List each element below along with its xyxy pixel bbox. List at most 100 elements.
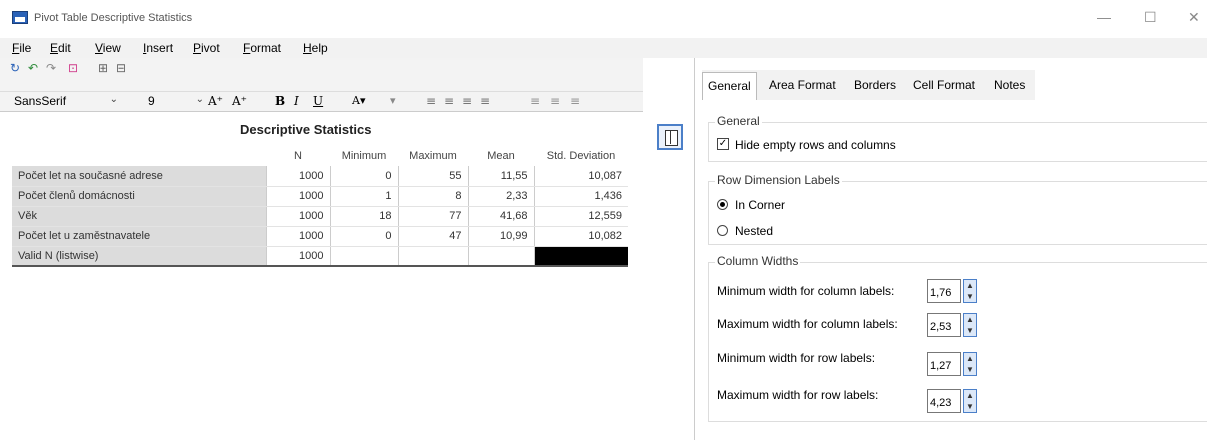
min-col-width-label: Minimum width for column labels: xyxy=(717,284,895,298)
font-family-select[interactable]: SansSerif ⌄ xyxy=(6,94,124,110)
undo-icon[interactable]: ↶ xyxy=(26,62,40,75)
group-label: Column Widths xyxy=(715,254,801,268)
in-corner-label[interactable]: In Corner xyxy=(735,198,785,212)
tab-general[interactable]: General xyxy=(702,72,757,100)
maximize-button[interactable]: ☐ xyxy=(1144,9,1157,26)
descriptive-stats-table[interactable]: N Minimum Maximum Mean Std. Deviation Po… xyxy=(12,146,628,267)
table-cell[interactable]: 2,33 xyxy=(467,186,534,207)
tab-notes[interactable]: Notes xyxy=(994,78,1025,92)
group-label: Row Dimension Labels xyxy=(715,173,842,187)
valign-bottom-icon[interactable]: ≡ xyxy=(570,94,580,108)
min-col-width-input[interactable]: 1,76 xyxy=(927,279,961,303)
table-cell[interactable]: 1000 xyxy=(265,186,330,207)
chevron-down-icon: ⌄ xyxy=(195,94,204,105)
table-cell[interactable]: 47 xyxy=(397,226,468,247)
minimize-button[interactable]: — xyxy=(1097,9,1111,25)
table-row[interactable]: Věk 1000 18 77 41,68 12,559 xyxy=(12,206,628,227)
column-widths-group: Column Widths Minimum width for column l… xyxy=(708,254,1207,422)
nested-label[interactable]: Nested xyxy=(735,224,773,238)
close-button[interactable]: ✕ xyxy=(1188,9,1200,26)
menu-view[interactable]: View xyxy=(95,41,121,55)
table-cell[interactable]: 11,55 xyxy=(467,166,534,187)
table-cell[interactable]: 12,559 xyxy=(533,206,628,227)
table-cell[interactable]: 10,082 xyxy=(533,226,628,247)
table-cell[interactable]: 0 xyxy=(329,166,398,187)
column-header: Mean xyxy=(468,146,534,166)
valign-top-icon[interactable]: ≡ xyxy=(530,94,540,108)
table-cell[interactable]: 8 xyxy=(397,186,468,207)
app-icon xyxy=(12,11,28,24)
spinner-icon[interactable]: ▲ ▼ xyxy=(963,352,977,376)
in-corner-radio[interactable] xyxy=(717,199,728,210)
table-cell[interactable]: 1000 xyxy=(265,226,330,247)
table-cell[interactable]: 1000 xyxy=(265,246,330,267)
row-label[interactable]: Valid N (listwise) xyxy=(12,246,266,267)
row-label[interactable]: Počet let u zaměstnavatele xyxy=(12,226,266,247)
table-cell[interactable]: 77 xyxy=(397,206,468,227)
table-cell[interactable]: 0 xyxy=(329,226,398,247)
table-cell[interactable]: 1 xyxy=(329,186,398,207)
table-row[interactable]: Počet let u zaměstnavatele 1000 0 47 10,… xyxy=(12,226,628,247)
panel-divider[interactable] xyxy=(694,58,695,440)
text-color-icon[interactable]: A▾ xyxy=(352,94,365,107)
row-label[interactable]: Věk xyxy=(12,206,266,227)
nested-radio[interactable] xyxy=(717,225,728,236)
spinner-icon[interactable]: ▲ ▼ xyxy=(963,389,977,413)
valign-middle-icon[interactable]: ≡ xyxy=(550,94,560,108)
bookmark-icon[interactable]: ⊟ xyxy=(114,62,128,75)
tab-area-format[interactable]: Area Format xyxy=(769,78,836,92)
bold-button[interactable]: B xyxy=(275,94,285,108)
table-cell[interactable]: 1,436 xyxy=(533,186,628,207)
align-center-icon[interactable]: ≡ xyxy=(444,94,454,108)
min-row-width-input[interactable]: 1,27 xyxy=(927,352,961,376)
menu-help[interactable]: Help xyxy=(303,41,328,55)
table-cell[interactable]: 55 xyxy=(397,166,468,187)
font-size-select[interactable]: 9 ⌄ xyxy=(140,94,210,110)
hide-empty-label[interactable]: Hide empty rows and columns xyxy=(735,138,896,152)
fill-color-icon[interactable]: ▾ xyxy=(390,94,396,107)
grow-font-button[interactable]: A⁺ xyxy=(208,94,223,108)
menu-insert[interactable]: Insert xyxy=(143,41,173,55)
table-cell[interactable]: 18 xyxy=(329,206,398,227)
table-cell[interactable] xyxy=(397,246,468,267)
hide-empty-checkbox[interactable]: ✓ xyxy=(717,138,729,150)
table-cell[interactable]: 10,99 xyxy=(467,226,534,247)
toggle-panel-icon[interactable] xyxy=(657,124,683,150)
layers-icon[interactable]: ⊞ xyxy=(96,62,110,75)
max-row-width-input[interactable]: 4,23 xyxy=(927,389,961,413)
spinner-icon[interactable]: ▲ ▼ xyxy=(963,279,977,303)
align-right-icon[interactable]: ≡ xyxy=(462,94,472,108)
table-cell[interactable]: 41,68 xyxy=(467,206,534,227)
group-label: General xyxy=(715,114,762,128)
table-header-row: N Minimum Maximum Mean Std. Deviation xyxy=(12,146,628,166)
table-row[interactable]: Počet let na současné adrese 1000 0 55 1… xyxy=(12,166,628,187)
align-left-icon[interactable]: ≡ xyxy=(426,94,436,108)
italic-button[interactable]: I xyxy=(294,94,299,108)
refresh-icon[interactable]: ↻ xyxy=(8,62,22,75)
pivot-icon[interactable]: ⊡ xyxy=(66,62,80,75)
max-col-width-input[interactable]: 2,53 xyxy=(927,313,961,337)
tab-borders[interactable]: Borders xyxy=(854,78,896,92)
table-cell[interactable]: 10,087 xyxy=(533,166,628,187)
selected-cell[interactable] xyxy=(533,246,628,267)
shrink-font-button[interactable]: A⁺ xyxy=(232,94,247,108)
table-cell[interactable]: 1000 xyxy=(265,166,330,187)
tab-cell-format[interactable]: Cell Format xyxy=(913,78,975,92)
table-row[interactable]: Počet členů domácnosti 1000 1 8 2,33 1,4… xyxy=(12,186,628,207)
menu-pivot[interactable]: Pivot xyxy=(193,41,220,55)
table-row[interactable]: Valid N (listwise) 1000 xyxy=(12,246,628,267)
redo-icon[interactable]: ↷ xyxy=(44,62,58,75)
row-label[interactable]: Počet členů domácnosti xyxy=(12,186,266,207)
spinner-icon[interactable]: ▲ ▼ xyxy=(963,313,977,337)
row-dimension-group: Row Dimension Labels In Corner Nested xyxy=(708,173,1207,245)
table-cell[interactable] xyxy=(467,246,534,267)
column-header: Std. Deviation xyxy=(534,146,628,166)
menu-edit[interactable]: Edit xyxy=(50,41,71,55)
menu-format[interactable]: Format xyxy=(243,41,281,55)
row-label[interactable]: Počet let na současné adrese xyxy=(12,166,266,187)
align-justify-icon[interactable]: ≡ xyxy=(480,94,490,108)
table-cell[interactable]: 1000 xyxy=(265,206,330,227)
table-cell[interactable] xyxy=(329,246,398,267)
underline-button[interactable]: U xyxy=(313,94,323,108)
menu-file[interactable]: File xyxy=(12,41,31,55)
